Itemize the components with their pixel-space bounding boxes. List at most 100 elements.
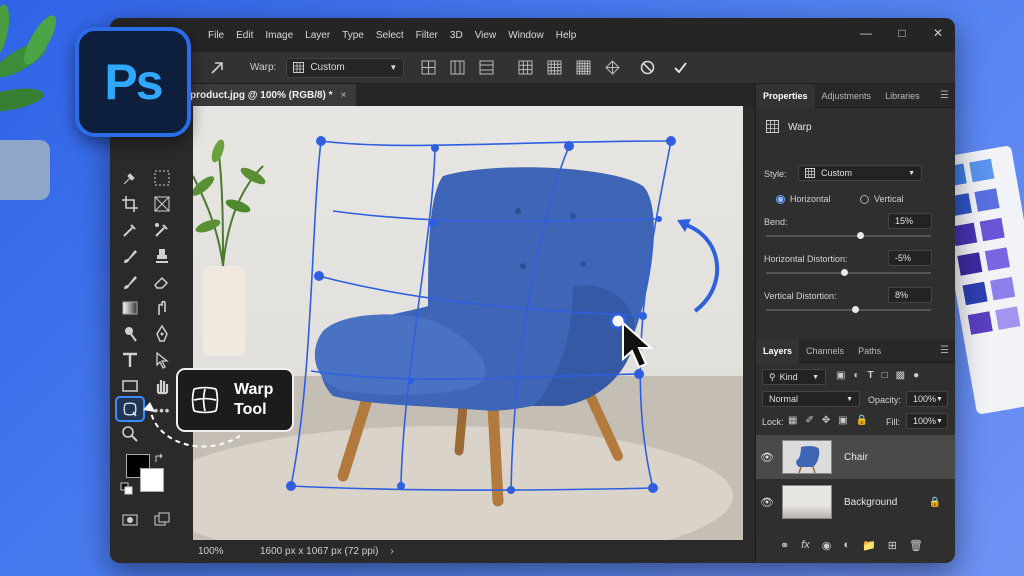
lock-all-icon[interactable]: 🔒 bbox=[856, 415, 868, 426]
dodge-tool-icon[interactable] bbox=[120, 324, 140, 344]
vertical-distortion-knob[interactable] bbox=[852, 306, 860, 313]
horizontal-distortion-field[interactable]: -5% bbox=[888, 250, 932, 266]
zoom-level[interactable]: 100% bbox=[198, 546, 238, 557]
visibility-eye-icon[interactable]: 👁 bbox=[756, 496, 778, 509]
new-group-icon[interactable]: 📁 bbox=[862, 539, 876, 552]
horizontal-distortion-knob[interactable] bbox=[840, 269, 848, 276]
split-crosswise-icon[interactable] bbox=[420, 59, 437, 76]
menu-layer[interactable]: Layer bbox=[299, 30, 336, 41]
menu-view[interactable]: View bbox=[469, 30, 503, 41]
gradient-tool-icon[interactable] bbox=[120, 298, 140, 318]
document-canvas[interactable] bbox=[193, 106, 743, 540]
bend-field[interactable]: 15% bbox=[888, 213, 932, 229]
cancel-transform-icon[interactable] bbox=[639, 59, 656, 76]
commit-transform-icon[interactable] bbox=[672, 59, 689, 76]
layers-menu-icon[interactable]: ☰ bbox=[940, 345, 949, 356]
eraser-icon[interactable] bbox=[152, 272, 172, 292]
adjustment-filter-icon[interactable]: ◐ bbox=[853, 370, 859, 381]
vertical-distortion-slider[interactable] bbox=[766, 309, 931, 311]
bend-slider[interactable] bbox=[766, 235, 931, 237]
maximize-icon[interactable]: □ bbox=[895, 26, 909, 40]
type-filter-icon[interactable]: T bbox=[868, 370, 874, 381]
default-colors-icon[interactable] bbox=[120, 482, 134, 496]
blend-mode-select[interactable]: Normal ▼ bbox=[762, 391, 860, 407]
path-selection-icon[interactable] bbox=[152, 350, 172, 370]
orientation-horizontal-radio[interactable]: Horizontal bbox=[776, 194, 831, 205]
status-menu-arrow[interactable]: › bbox=[390, 546, 393, 557]
eyedropper-tool-icon[interactable] bbox=[120, 220, 140, 240]
history-brush-icon[interactable] bbox=[120, 272, 140, 292]
warp-mesh[interactable] bbox=[193, 106, 743, 540]
lock-pixels-icon[interactable]: ✐ bbox=[805, 415, 813, 426]
quick-mask-icon[interactable] bbox=[120, 510, 140, 530]
fill-field[interactable]: 100% ▼ bbox=[906, 413, 948, 429]
image-filter-icon[interactable]: ▣ bbox=[836, 370, 845, 381]
filter-toggle-icon[interactable]: ● bbox=[913, 370, 919, 381]
visibility-eye-icon[interactable]: 👁 bbox=[756, 451, 778, 464]
frame-tool-icon[interactable] bbox=[152, 194, 172, 214]
screen-mode-icon[interactable] bbox=[152, 510, 172, 530]
grid-3x3-icon[interactable] bbox=[517, 59, 534, 76]
grid-4x4-icon[interactable] bbox=[546, 59, 563, 76]
tab-channels[interactable]: Channels bbox=[799, 339, 851, 363]
panel-menu-icon[interactable]: ☰ bbox=[940, 90, 949, 101]
delete-layer-icon[interactable]: 🗑 bbox=[909, 539, 923, 552]
pen-tool-icon[interactable] bbox=[152, 324, 172, 344]
background-color-swatch[interactable] bbox=[140, 468, 164, 492]
tab-layers[interactable]: Layers bbox=[756, 338, 800, 363]
bend-slider-knob[interactable] bbox=[857, 232, 865, 239]
menu-help[interactable]: Help bbox=[550, 30, 583, 41]
grid-5x5-icon[interactable] bbox=[575, 59, 592, 76]
lock-artboard-icon[interactable]: ▣ bbox=[838, 415, 847, 426]
smudge-tool-icon[interactable] bbox=[152, 298, 172, 318]
lock-transparency-icon[interactable]: ▦ bbox=[788, 415, 797, 426]
hand-tool-icon[interactable] bbox=[152, 376, 172, 396]
crop-tool-icon[interactable] bbox=[120, 194, 140, 214]
brush-tool-icon[interactable] bbox=[120, 168, 140, 188]
new-layer-icon[interactable]: ⊞ bbox=[888, 539, 897, 552]
tab-libraries[interactable]: Libraries bbox=[878, 84, 927, 108]
layer-row-background[interactable]: 👁 Background 🔒 bbox=[756, 480, 955, 524]
tab-adjustments[interactable]: Adjustments bbox=[815, 84, 879, 108]
smart-object-filter-icon[interactable]: ▩ bbox=[896, 370, 905, 381]
menu-filter[interactable]: Filter bbox=[410, 30, 444, 41]
custom-grid-icon[interactable] bbox=[604, 59, 621, 76]
split-vertical-icon[interactable] bbox=[449, 59, 466, 76]
menu-select[interactable]: Select bbox=[370, 30, 410, 41]
minimize-icon[interactable]: — bbox=[859, 26, 873, 40]
layer-row-chair[interactable]: 👁 Chair bbox=[756, 435, 955, 479]
orientation-vertical-radio[interactable]: Vertical bbox=[860, 194, 904, 205]
menu-image[interactable]: Image bbox=[259, 30, 299, 41]
tab-properties[interactable]: Properties bbox=[756, 83, 815, 108]
style-select[interactable]: Custom ▼ bbox=[798, 165, 922, 181]
close-tab-icon[interactable]: × bbox=[341, 90, 347, 101]
new-adjustment-layer-icon[interactable]: ◐ bbox=[843, 539, 850, 552]
menu-edit[interactable]: Edit bbox=[230, 30, 259, 41]
move-arrow-icon[interactable] bbox=[210, 61, 224, 75]
add-mask-icon[interactable]: ◉ bbox=[822, 539, 832, 552]
warp-mode-select[interactable]: Custom ▼ bbox=[286, 57, 405, 78]
layer-filter-select[interactable]: ⚲ Kind ▼ bbox=[762, 369, 826, 385]
opacity-field[interactable]: 100% ▼ bbox=[906, 391, 948, 407]
vertical-distortion-field[interactable]: 8% bbox=[888, 287, 932, 303]
menu-3d[interactable]: 3D bbox=[444, 30, 469, 41]
document-tab[interactable]: product.jpg @ 100% (RGB/8) * × bbox=[180, 84, 357, 106]
link-layers-icon[interactable]: ⚭ bbox=[780, 539, 789, 552]
layer-style-icon[interactable]: fx bbox=[801, 539, 810, 552]
rectangle-tool-icon[interactable] bbox=[120, 376, 140, 396]
close-icon[interactable]: ✕ bbox=[931, 26, 945, 40]
zoom-tool-icon[interactable] bbox=[120, 424, 140, 444]
menu-window[interactable]: Window bbox=[502, 30, 550, 41]
marquee-tool-icon[interactable] bbox=[152, 168, 172, 188]
menu-file[interactable]: File bbox=[202, 30, 230, 41]
clone-stamp-icon[interactable] bbox=[152, 246, 172, 266]
shape-filter-icon[interactable]: □ bbox=[882, 370, 888, 381]
menu-type[interactable]: Type bbox=[336, 30, 370, 41]
tab-paths[interactable]: Paths bbox=[851, 339, 888, 363]
horizontal-distortion-slider[interactable] bbox=[766, 272, 931, 274]
color-sampler-icon[interactable] bbox=[152, 220, 172, 240]
split-horizontal-icon[interactable] bbox=[478, 59, 495, 76]
paintbrush-icon[interactable] bbox=[120, 246, 140, 266]
lock-position-icon[interactable]: ✥ bbox=[822, 415, 830, 426]
type-tool-icon[interactable] bbox=[120, 350, 140, 370]
